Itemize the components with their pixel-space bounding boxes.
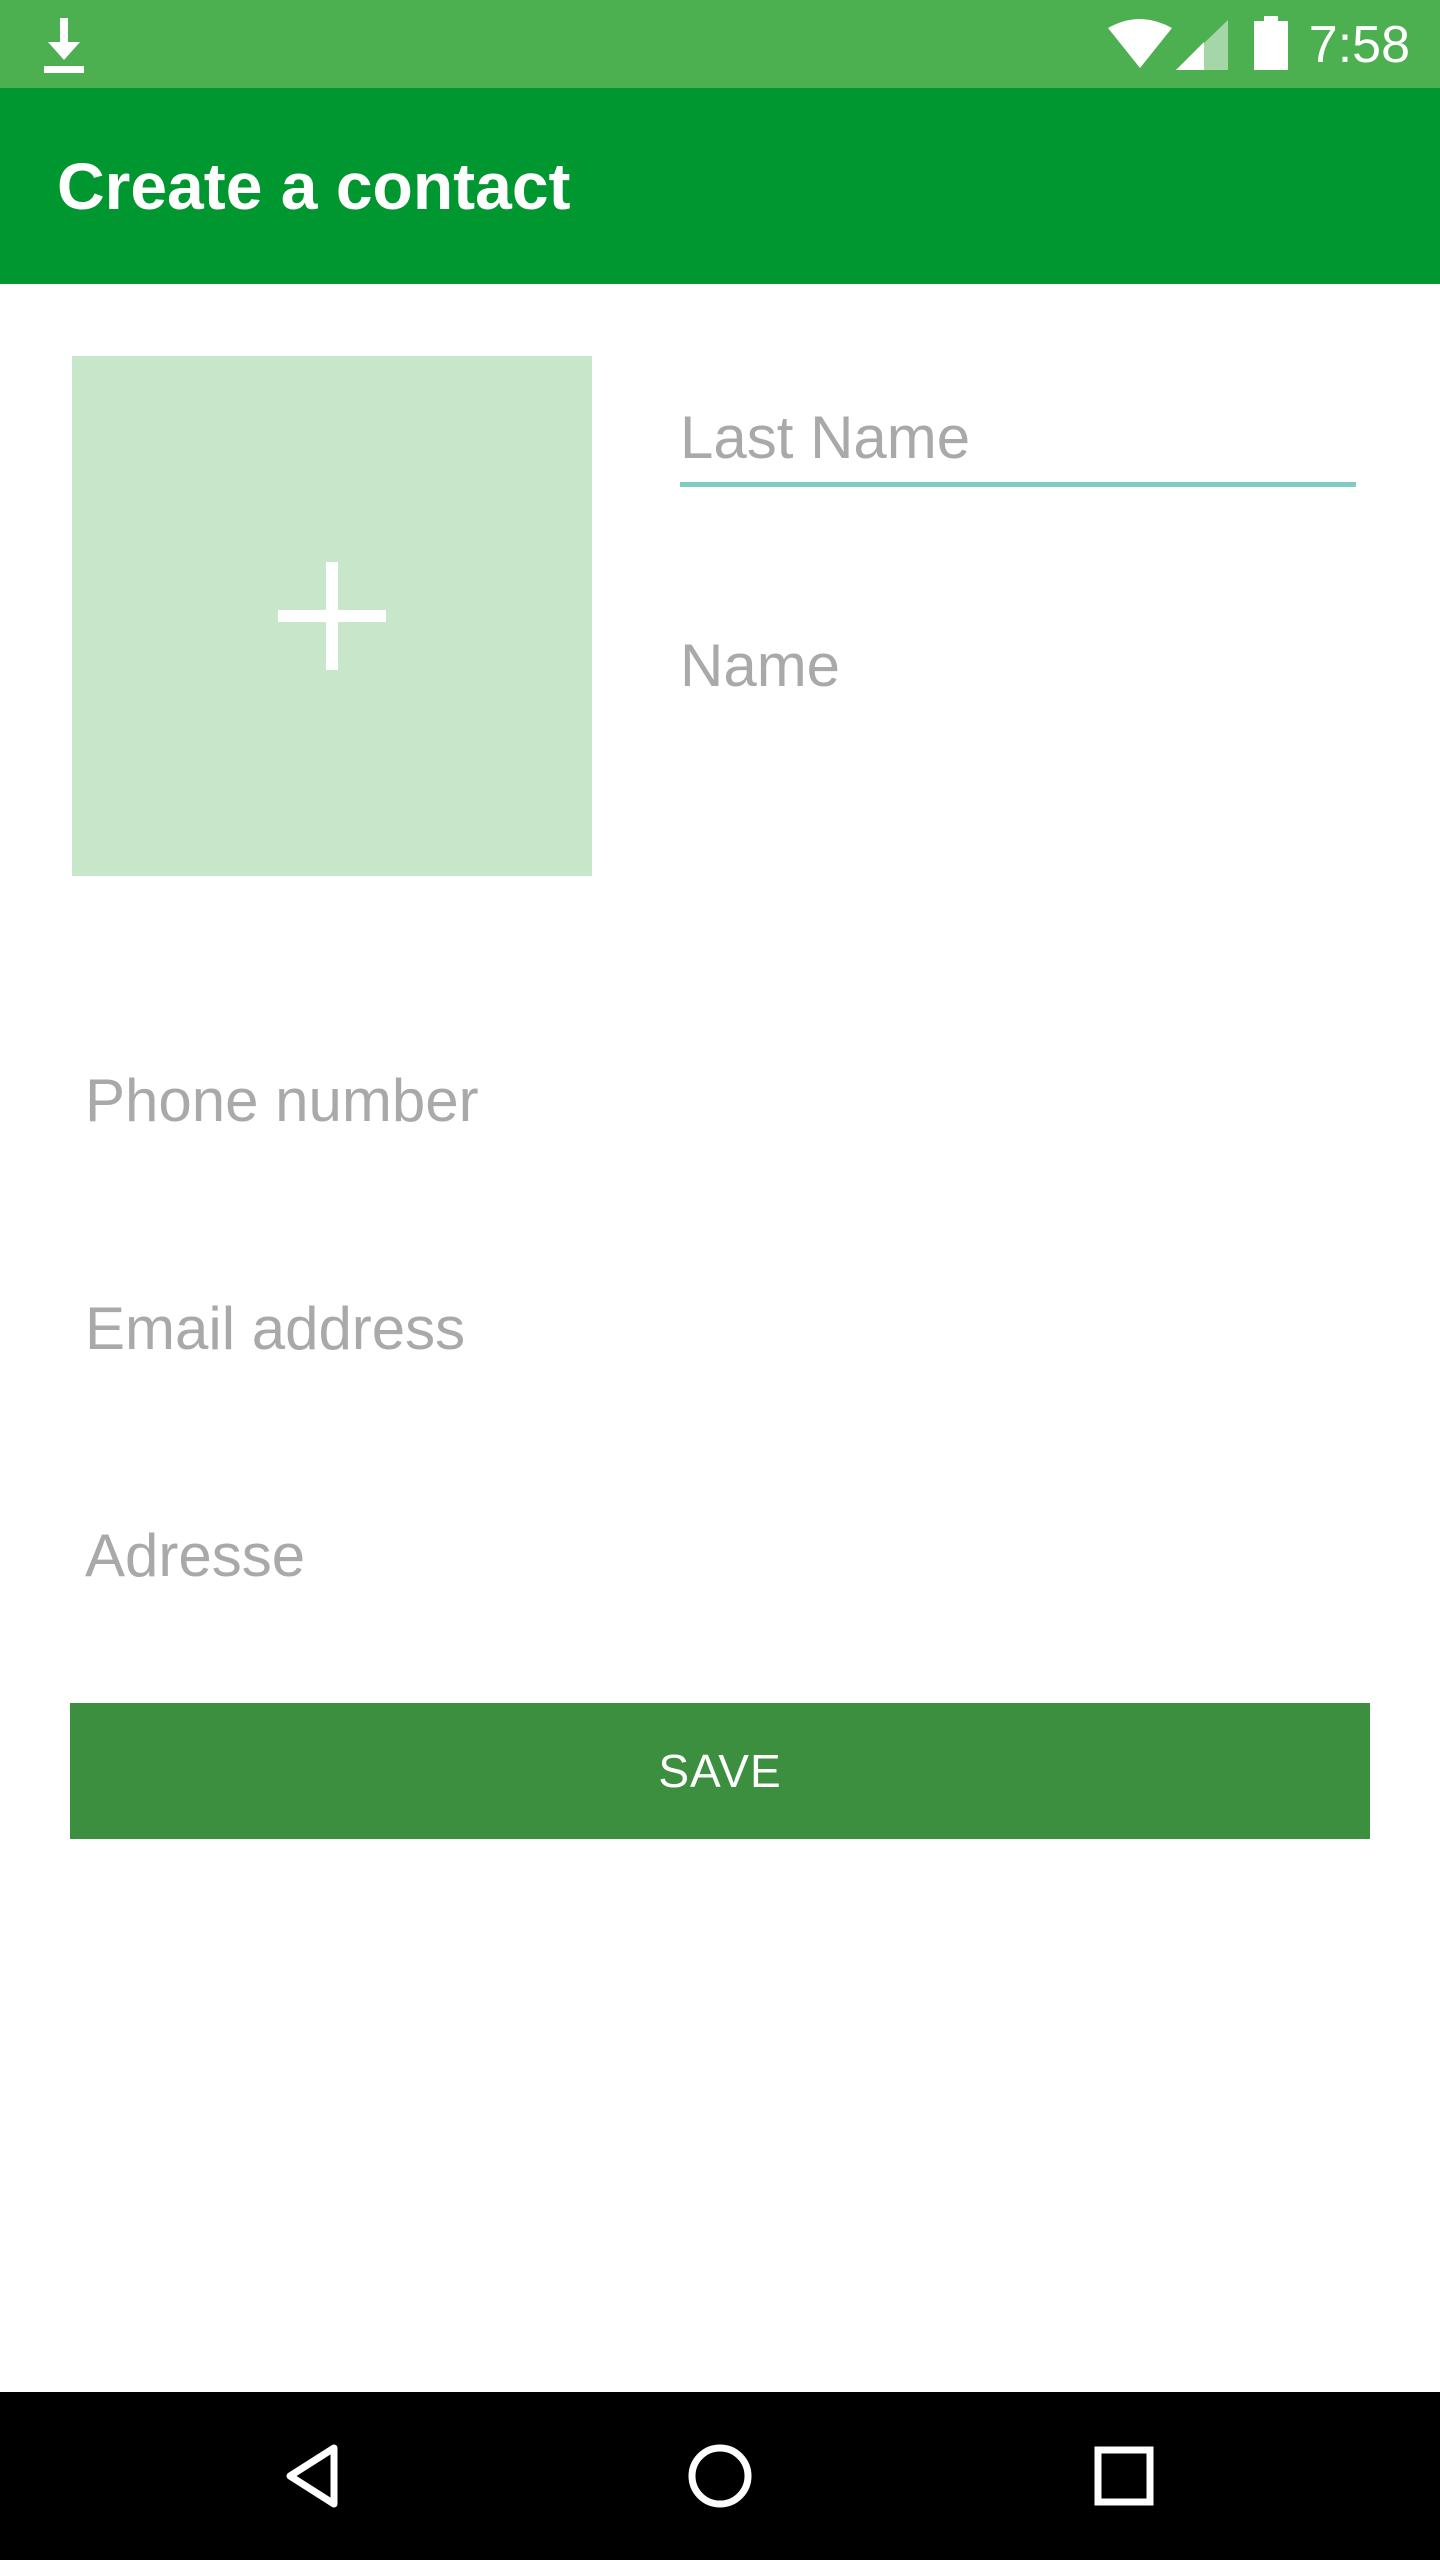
email-address-input[interactable] [85, 1283, 1355, 1373]
navigation-bar [0, 2392, 1440, 2560]
page-title: Create a contact [57, 149, 571, 223]
address-input[interactable] [85, 1510, 1355, 1600]
phone-number-input[interactable] [85, 1055, 1355, 1145]
wifi-icon [1108, 19, 1172, 68]
recents-icon[interactable] [1080, 2432, 1168, 2520]
plus-icon [278, 562, 386, 670]
status-bar: 7:58 [0, 0, 1440, 88]
signal-icon [1176, 20, 1228, 70]
save-button[interactable]: SAVE [70, 1703, 1370, 1839]
add-photo-button[interactable] [72, 356, 592, 876]
status-time: 7:58 [1308, 16, 1410, 74]
download-icon [44, 18, 84, 73]
home-icon[interactable] [676, 2432, 764, 2520]
name-input[interactable] [680, 620, 1356, 710]
back-icon[interactable] [272, 2432, 360, 2520]
battery-icon [1254, 16, 1288, 70]
app-bar: Create a contact [0, 88, 1440, 284]
last-name-input[interactable] [680, 392, 1356, 487]
